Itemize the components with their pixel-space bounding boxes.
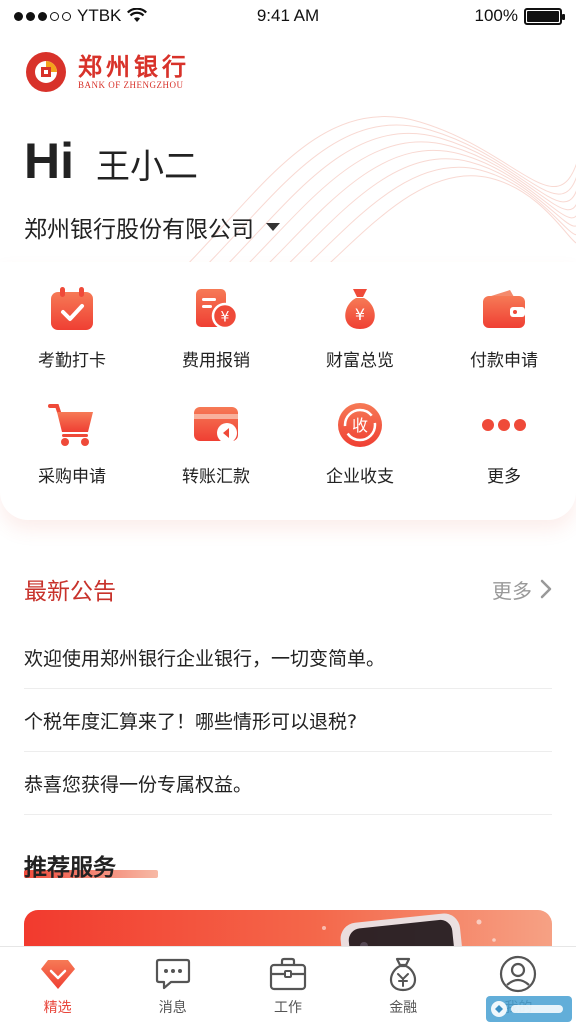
action-wealth[interactable]: ¥ 财富总览 <box>288 284 432 400</box>
battery-percent: 100% <box>474 6 518 25</box>
action-payment[interactable]: 付款申请 <box>432 284 576 400</box>
action-label: 企业收支 <box>326 467 394 487</box>
tab-label: 金融 <box>389 999 418 1016</box>
battery-icon <box>524 7 565 25</box>
svg-text:¥: ¥ <box>221 310 230 326</box>
action-label: 更多 <box>487 467 521 487</box>
announcements-more-link[interactable]: 更多 <box>492 575 552 604</box>
more-label: 更多 <box>492 578 532 603</box>
tab-work[interactable]: 工作 <box>230 947 345 1024</box>
tab-messages[interactable]: 消息 <box>115 947 230 1024</box>
action-label: 付款申请 <box>470 351 538 371</box>
wallet-icon <box>479 284 529 334</box>
site-watermark-logo <box>486 996 572 1022</box>
action-label: 转账汇款 <box>182 467 250 487</box>
calendar-check-icon <box>47 284 97 334</box>
caret-down-icon <box>266 223 280 231</box>
featured-diamond-icon <box>39 955 77 993</box>
announcement-item[interactable]: 个税年度汇算来了！哪些情形可以退税? <box>24 689 552 752</box>
signal-strength-icon <box>14 11 71 21</box>
tab-featured[interactable]: 精选 <box>0 947 115 1024</box>
income-expense-icon: 收 <box>335 400 385 450</box>
company-name: 郑州银行股份有限公司 <box>24 217 254 243</box>
recommended-header: 推荐服务 <box>24 848 158 882</box>
tab-label: 工作 <box>273 999 302 1016</box>
company-selector[interactable]: 郑州银行股份有限公司 <box>24 210 280 244</box>
action-income-expense[interactable]: 收 企业收支 <box>288 400 432 516</box>
action-label: 考勤打卡 <box>38 351 106 371</box>
money-bag-icon: ¥ <box>335 284 385 334</box>
recommended-title: 推荐服务 <box>24 855 116 881</box>
transfer-card-icon <box>191 400 241 450</box>
quick-actions-grid: 考勤打卡 ¥ 费用报销 ¥ 财富总览 付款申请 采购申请 转账汇款 收 企业收支… <box>0 262 576 520</box>
action-purchase[interactable]: 采购申请 <box>0 400 144 516</box>
briefcase-icon <box>269 955 307 993</box>
action-label: 采购申请 <box>38 467 106 487</box>
announcements-list: 欢迎使用郑州银行企业银行，一切变简单。 个税年度汇算来了！哪些情形可以退税? 恭… <box>24 626 552 815</box>
message-bubble-icon <box>154 955 192 993</box>
chevron-right-icon <box>540 579 552 599</box>
announcements-header: 最新公告 更多 <box>24 572 552 606</box>
tab-label: 精选 <box>43 999 72 1016</box>
shopping-cart-icon <box>47 400 97 450</box>
more-dots-icon <box>479 400 529 450</box>
user-name: 王小二 <box>96 147 198 187</box>
carrier-name: YTBK <box>77 6 122 25</box>
bank-logo-icon <box>26 52 66 92</box>
action-transfer[interactable]: 转账汇款 <box>144 400 288 516</box>
bank-name-cn: 郑州银行 <box>78 52 190 81</box>
greeting: Hi 王小二 <box>24 132 198 190</box>
wifi-icon <box>127 8 148 22</box>
action-label: 财富总览 <box>326 351 394 371</box>
action-attendance[interactable]: 考勤打卡 <box>0 284 144 400</box>
action-more[interactable]: 更多 <box>432 400 576 516</box>
svg-text:¥: ¥ <box>355 305 365 324</box>
greeting-hi: Hi <box>24 133 74 189</box>
tab-finance[interactable]: 金融 <box>346 947 461 1024</box>
status-left: YTBK <box>14 6 148 26</box>
action-expense[interactable]: ¥ 费用报销 <box>144 284 288 400</box>
expense-receipt-icon: ¥ <box>191 284 241 334</box>
status-right: 100% <box>474 6 565 26</box>
announcement-item[interactable]: 恭喜您获得一份专属权益。 <box>24 752 552 815</box>
announcement-item[interactable]: 欢迎使用郑州银行企业银行，一切变简单。 <box>24 626 552 689</box>
status-bar: YTBK 9:41 AM 100% <box>0 0 576 32</box>
bank-logo: 郑州银行 BANK OF ZHENGZHOU <box>24 50 190 94</box>
finance-bag-icon <box>384 955 422 993</box>
bank-name-en: BANK OF ZHENGZHOU <box>78 80 184 90</box>
action-label: 费用报销 <box>182 351 250 371</box>
svg-text:收: 收 <box>352 416 368 435</box>
announcements-title: 最新公告 <box>24 579 116 605</box>
tab-label: 消息 <box>158 999 187 1016</box>
battery-level <box>527 10 559 22</box>
profile-icon <box>499 955 537 993</box>
